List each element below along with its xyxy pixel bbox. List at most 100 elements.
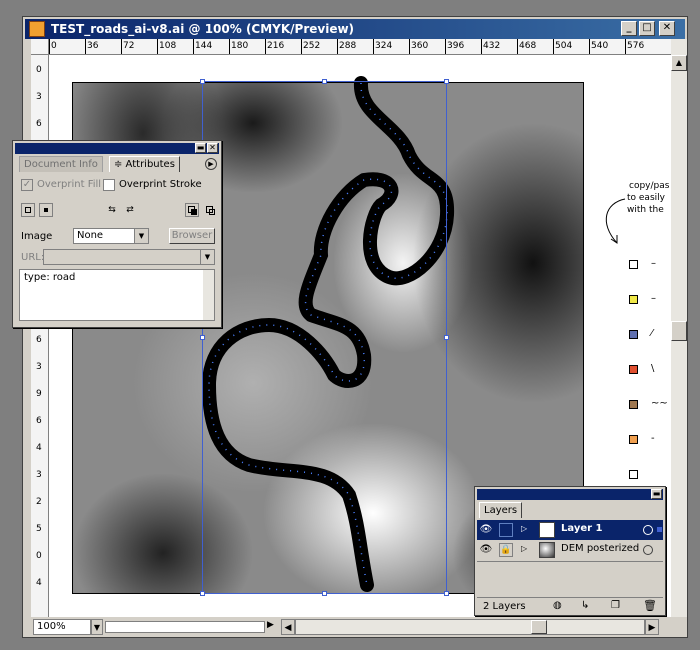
target-icon[interactable]	[643, 525, 653, 535]
ruler-tick-label: 3	[36, 362, 42, 372]
panel-minimize-button[interactable]: ▬	[195, 143, 206, 153]
selection-handle[interactable]	[444, 591, 449, 596]
overprint-fill-checkbox[interactable]: ✓	[21, 179, 33, 191]
nonzero-winding-rule-icon[interactable]	[185, 203, 199, 217]
ruler-tick-label: 5	[36, 524, 42, 534]
selection-handle[interactable]	[200, 79, 205, 84]
ruler-tick-label: 576	[627, 41, 645, 51]
style-swatch[interactable]	[629, 365, 638, 374]
lock-icon[interactable]: 🔒	[499, 543, 513, 557]
ruler-tick-mark	[229, 39, 230, 54]
ruler-tick-mark	[49, 39, 50, 54]
zoom-dropdown-icon[interactable]: ▼	[91, 619, 103, 635]
lock-toggle[interactable]	[499, 523, 513, 537]
ruler-tick-label: 0	[51, 41, 57, 51]
style-swatch[interactable]	[629, 330, 638, 339]
ruler-tick-mark	[301, 39, 302, 54]
line-style-sample: –	[651, 293, 656, 304]
selection-handle[interactable]	[444, 79, 449, 84]
style-swatch[interactable]	[629, 295, 638, 304]
attributes-panel: ▬ ✕ Document Info ≑ Attributes ▶ ✓ Overp…	[12, 140, 222, 328]
minimize-button[interactable]: _	[621, 21, 637, 36]
horizontal-scrollbar[interactable]	[295, 619, 645, 635]
show-center-off-icon[interactable]	[21, 203, 35, 217]
horizontal-scroll-thumb[interactable]	[531, 620, 547, 634]
selection-handle[interactable]	[200, 335, 205, 340]
create-sublayer-icon[interactable]: ↳	[581, 600, 589, 611]
even-odd-fill-rule-icon[interactable]	[203, 203, 217, 217]
overprint-stroke-checkbox[interactable]	[103, 179, 115, 191]
title-bar[interactable]: TEST_roads_ai-v8.ai @ 100% (CMYK/Preview…	[25, 19, 685, 39]
style-swatch[interactable]	[629, 435, 638, 444]
scroll-thumb[interactable]	[671, 321, 687, 341]
disclosure-triangle-icon[interactable]: ▷	[521, 544, 527, 553]
layer-row-dem-posterized[interactable]: 👁 🔒 ▷ DEM posterized	[477, 540, 663, 560]
line-style-sample: \	[651, 363, 655, 374]
style-swatch[interactable]	[629, 260, 638, 269]
selection-handle[interactable]	[444, 335, 449, 340]
eye-icon[interactable]: 👁	[479, 543, 493, 557]
make-clipping-mask-icon[interactable]: ◍	[553, 600, 562, 611]
layers-panel-titlebar[interactable]: ▬	[477, 489, 663, 500]
status-menu-arrow-icon[interactable]: ▶	[267, 620, 274, 630]
tab-document-info[interactable]: Document Info	[19, 156, 103, 172]
ruler-tick-mark	[445, 39, 446, 54]
scroll-left-button[interactable]: ◀	[281, 619, 295, 635]
ruler-tick-mark	[373, 39, 374, 54]
style-swatch[interactable]	[629, 400, 638, 409]
maximize-button[interactable]: □	[639, 21, 655, 36]
vertical-scrollbar[interactable]: ▲	[671, 39, 687, 617]
disclosure-triangle-icon[interactable]: ▷	[521, 524, 527, 533]
ruler-tick-label: 9	[36, 389, 42, 399]
note-scrollbar[interactable]	[203, 270, 214, 320]
overprint-fill-label: Overprint Fill	[37, 179, 102, 190]
attributes-panel-titlebar[interactable]: ▬ ✕	[15, 143, 219, 154]
eye-icon[interactable]: 👁	[479, 523, 493, 537]
reverse-path-direction-on-icon[interactable]: ⇄	[123, 203, 137, 217]
style-swatch[interactable]	[629, 470, 638, 479]
ruler-tick-mark	[337, 39, 338, 54]
panel-close-button[interactable]: ✕	[207, 143, 218, 153]
selection-indicator-icon[interactable]	[657, 527, 662, 532]
selection-bounding-box[interactable]	[202, 81, 447, 594]
chevron-down-icon: ▼	[200, 250, 214, 264]
scroll-right-button[interactable]: ▶	[645, 619, 659, 635]
panel-minimize-button[interactable]: ▬	[651, 489, 662, 499]
window-title: TEST_roads_ai-v8.ai @ 100% (CMYK/Preview…	[51, 22, 355, 36]
selection-handle[interactable]	[322, 79, 327, 84]
url-select[interactable]: ▼	[43, 249, 215, 265]
reverse-path-direction-off-icon[interactable]: ⇆	[105, 203, 119, 217]
close-button[interactable]: ✕	[659, 21, 675, 36]
ruler-tick-mark	[193, 39, 194, 54]
ruler-tick-label: 108	[159, 41, 177, 51]
show-center-on-icon[interactable]	[39, 203, 53, 217]
ruler-tick-label: 216	[267, 41, 285, 51]
image-map-select[interactable]: None ▼	[73, 228, 149, 244]
new-layer-icon[interactable]: ❐	[611, 600, 620, 611]
layer-name[interactable]: DEM posterized	[561, 543, 639, 554]
ruler-tick-mark	[157, 39, 158, 54]
layer-row-layer-1[interactable]: 👁 ▷ Layer 1	[477, 520, 663, 540]
tab-attributes[interactable]: ≑ Attributes	[109, 156, 180, 172]
status-info-field[interactable]	[105, 621, 265, 633]
ruler-tick-label: 252	[303, 41, 321, 51]
trash-icon[interactable]: 🗑	[643, 599, 657, 612]
ruler-tick-label: 0	[36, 551, 42, 561]
selection-handle[interactable]	[200, 591, 205, 596]
zoom-level-field[interactable]: 100%	[33, 619, 91, 635]
panel-menu-icon[interactable]: ▶	[205, 158, 217, 170]
horizontal-ruler[interactable]: 0 36 72 108 144 180 216 252 288 324 360 396 432 468 50…	[49, 39, 671, 55]
ruler-tick-label: 324	[375, 41, 393, 51]
note-textarea[interactable]: type: road	[19, 269, 215, 321]
ruler-tick-label: 504	[555, 41, 573, 51]
target-icon[interactable]	[643, 545, 653, 555]
scroll-up-button[interactable]: ▲	[671, 55, 687, 71]
layer-name[interactable]: Layer 1	[561, 523, 602, 534]
tab-layers[interactable]: Layers	[479, 502, 523, 518]
ruler-origin[interactable]	[31, 39, 49, 55]
ruler-tick-label: 4	[36, 443, 42, 453]
url-label: URL:	[21, 252, 45, 263]
browser-button[interactable]: Browser	[169, 228, 215, 244]
selection-handle[interactable]	[322, 591, 327, 596]
ruler-tick-mark	[625, 39, 626, 54]
